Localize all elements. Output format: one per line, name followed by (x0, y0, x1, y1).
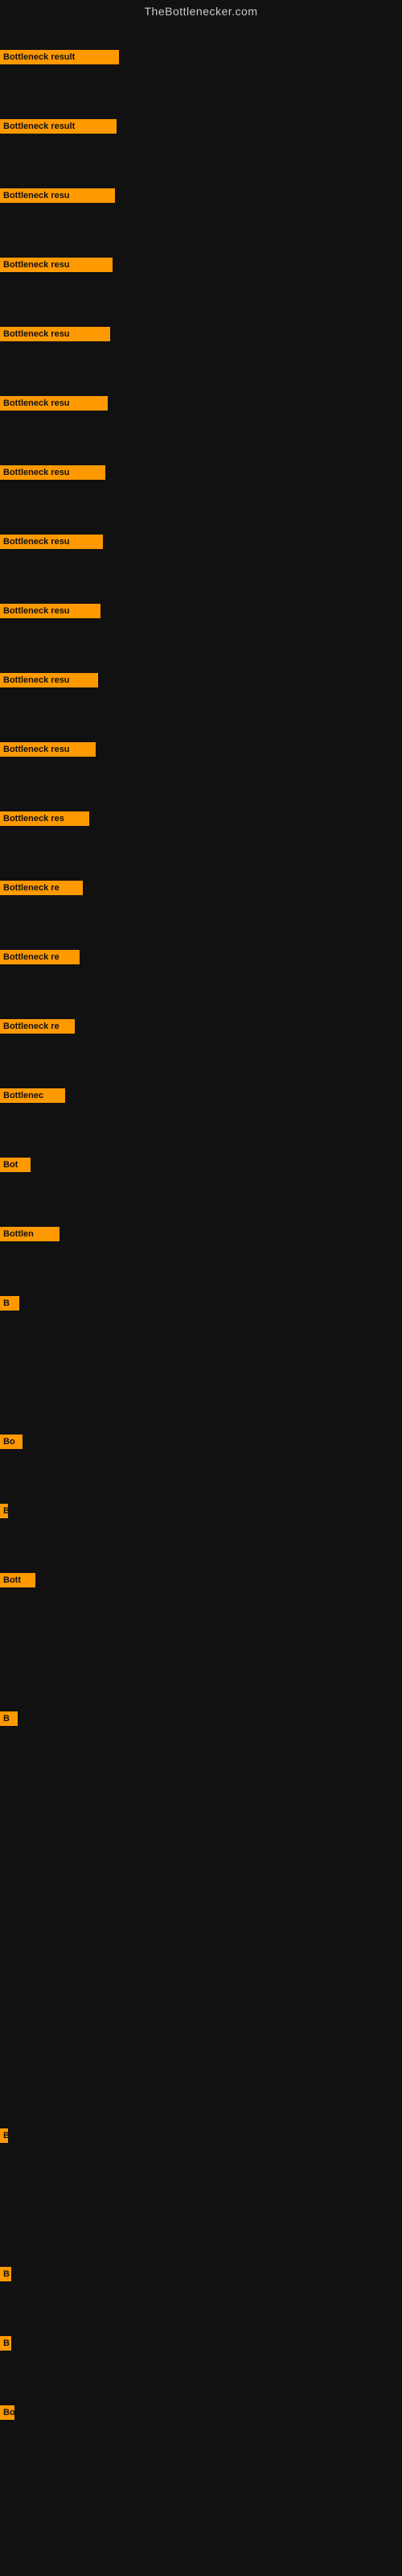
bar-label-4: Bottleneck resu (0, 258, 113, 272)
bar-row-2: Bottleneck result (0, 119, 117, 134)
bar-label-26: B (0, 2336, 11, 2351)
bar-row-9: Bottleneck resu (0, 604, 100, 618)
bar-row-12: Bottleneck res (0, 811, 89, 826)
bar-label-25: B (0, 2267, 11, 2281)
bar-row-3: Bottleneck resu (0, 188, 115, 203)
bar-row-22: Bott (0, 1573, 35, 1587)
bar-row-8: Bottleneck resu (0, 535, 103, 549)
bar-row-20: Bo (0, 1435, 23, 1449)
bar-label-16: Bottlenec (0, 1088, 65, 1103)
bar-row-18: Bottlen (0, 1227, 59, 1241)
bar-row-1: Bottleneck result (0, 50, 119, 64)
bar-row-17: Bot (0, 1158, 31, 1172)
bar-label-22: Bott (0, 1573, 35, 1587)
bar-row-26: B (0, 2336, 11, 2351)
bar-row-21: B (0, 1504, 8, 1518)
bar-label-8: Bottleneck resu (0, 535, 103, 549)
bar-label-13: Bottleneck re (0, 881, 83, 895)
bar-row-7: Bottleneck resu (0, 465, 105, 480)
bar-label-15: Bottleneck re (0, 1019, 75, 1034)
bar-label-5: Bottleneck resu (0, 327, 110, 341)
site-title: TheBottlenecker.com (0, 0, 402, 21)
bar-label-7: Bottleneck resu (0, 465, 105, 480)
bar-label-10: Bottleneck resu (0, 673, 98, 687)
bar-label-23: B (0, 1711, 18, 1726)
bar-label-2: Bottleneck result (0, 119, 117, 134)
bar-row-23: B (0, 1711, 18, 1726)
bar-row-10: Bottleneck resu (0, 673, 98, 687)
bar-label-24: B (0, 2128, 8, 2143)
bar-label-20: Bo (0, 1435, 23, 1449)
bar-label-27: Bo (0, 2405, 14, 2420)
bar-label-11: Bottleneck resu (0, 742, 96, 757)
bar-row-24: B (0, 2128, 8, 2143)
bar-row-27: Bo (0, 2405, 14, 2420)
bar-label-21: B (0, 1504, 8, 1518)
bar-row-5: Bottleneck resu (0, 327, 110, 341)
bar-label-18: Bottlen (0, 1227, 59, 1241)
bar-label-3: Bottleneck resu (0, 188, 115, 203)
bar-row-13: Bottleneck re (0, 881, 83, 895)
bar-row-19: B (0, 1296, 19, 1311)
bar-row-4: Bottleneck resu (0, 258, 113, 272)
bar-row-6: Bottleneck resu (0, 396, 108, 411)
bar-row-16: Bottlenec (0, 1088, 65, 1103)
bar-row-25: B (0, 2267, 11, 2281)
bar-label-19: B (0, 1296, 19, 1311)
bar-row-11: Bottleneck resu (0, 742, 96, 757)
bar-label-14: Bottleneck re (0, 950, 80, 964)
bar-row-15: Bottleneck re (0, 1019, 75, 1034)
bar-label-17: Bot (0, 1158, 31, 1172)
bar-label-1: Bottleneck result (0, 50, 119, 64)
bar-row-14: Bottleneck re (0, 950, 80, 964)
bar-label-12: Bottleneck res (0, 811, 89, 826)
bar-label-6: Bottleneck resu (0, 396, 108, 411)
bar-label-9: Bottleneck resu (0, 604, 100, 618)
